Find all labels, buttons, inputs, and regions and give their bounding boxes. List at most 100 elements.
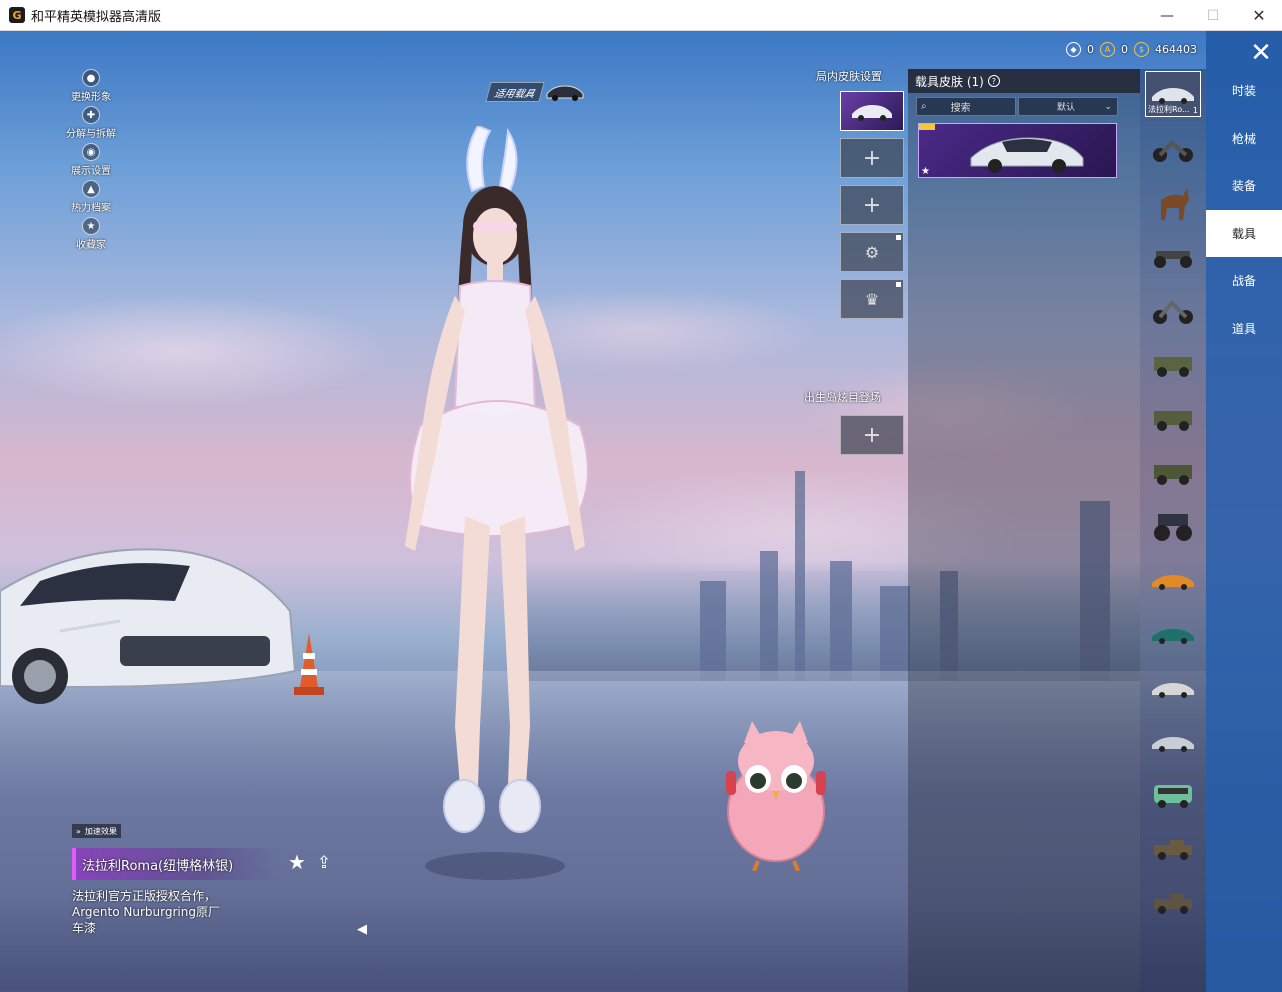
category-tabs: 时装 枪械 装备 载具 战备 道具	[1206, 31, 1282, 992]
search-icon: ⌕	[921, 101, 927, 112]
coupon-icon: A	[1100, 41, 1115, 57]
pet-companion	[726, 721, 826, 871]
rarity-corner	[919, 124, 935, 130]
vehicle-item-van[interactable]	[1145, 773, 1201, 819]
eye-icon: ◉	[82, 143, 100, 161]
currency-bar: ◆ 0 A 0 $ 464403	[1066, 40, 1197, 58]
applicable-vehicle-label: 适用载具	[492, 88, 536, 100]
applicable-vehicle-tag: 适用载具	[485, 82, 545, 102]
vehicle-item-horse[interactable]	[1145, 179, 1201, 225]
vehicle-item-pickup[interactable]	[1145, 827, 1201, 873]
change-appearance-button[interactable]: ● 更换形象	[56, 69, 126, 106]
menu-label: 展示设置	[71, 166, 111, 177]
car-icon	[1152, 88, 1194, 104]
person-icon: ●	[82, 69, 100, 87]
spawn-island-entrance-title[interactable]: 出生岛炫目登场	[804, 389, 881, 405]
pickup-icon	[1154, 894, 1192, 914]
window-close-button[interactable]: ✕	[1236, 0, 1282, 31]
search-sort-row: ⌕ 搜索 默认 ⌄	[916, 97, 1118, 116]
jeep-icon	[1154, 465, 1192, 485]
help-icon[interactable]: ?	[987, 75, 1000, 87]
jeep-icon	[1154, 411, 1192, 431]
vehicle-item-label: 法拉利Ro...	[1148, 105, 1190, 114]
locked-crown-slot[interactable]: ♛	[840, 279, 904, 319]
car-icon	[1152, 737, 1194, 752]
boost-effect-label: 加速效果	[84, 826, 117, 836]
tab-equipment[interactable]: 装备	[1206, 162, 1282, 209]
locked-badge-slot[interactable]: ⚙	[840, 232, 904, 272]
search-input[interactable]: ⌕ 搜索	[916, 97, 1016, 116]
lock-icon	[896, 235, 901, 240]
vehicle-item-motorcycle-2[interactable]	[1145, 287, 1201, 333]
in-game-skin-settings-title[interactable]: 局内皮肤设置	[816, 68, 882, 84]
sort-dropdown[interactable]: 默认 ⌄	[1018, 97, 1118, 116]
skins-panel-header: 载具皮肤 (1) ?	[908, 69, 1140, 93]
vehicle-item-pickup-2[interactable]	[1145, 881, 1201, 927]
minimize-button[interactable]: —	[1144, 0, 1190, 31]
tab-items[interactable]: 道具	[1206, 305, 1282, 352]
showcase-car	[0, 548, 297, 704]
search-placeholder: 搜索	[950, 103, 971, 114]
empty-skin-slot[interactable]: +	[840, 138, 904, 178]
lock-icon	[896, 282, 901, 287]
skin-card-ferrari-roma[interactable]: ★	[918, 123, 1117, 178]
share-icon[interactable]: ⇪	[313, 852, 335, 874]
heat-profile-button[interactable]: ▲ 热力档案	[56, 180, 126, 217]
display-settings-button[interactable]: ◉ 展示设置	[56, 143, 126, 180]
window-titlebar: G 和平精英模拟器高清版 — ☐ ✕	[0, 0, 1282, 31]
pickup-icon	[1154, 840, 1192, 860]
spawn-entrance-slot[interactable]: +	[840, 415, 904, 455]
vehicle-item-jeep-3[interactable]	[1145, 449, 1201, 495]
horn-icon[interactable]: ◀	[352, 919, 372, 939]
boost-effect-tag[interactable]: » 加速效果	[72, 824, 121, 838]
vehicle-item-sedan-teal[interactable]	[1145, 611, 1201, 657]
car-icon	[1152, 629, 1194, 644]
menu-label: 收藏家	[76, 240, 106, 251]
equipped-skin-slot[interactable]	[840, 91, 904, 131]
speed-icon: »	[76, 826, 81, 836]
motorcycle-icon	[1153, 140, 1193, 162]
sort-label: 默认	[1057, 103, 1076, 113]
van-icon	[1154, 785, 1192, 808]
vehicle-list: 法拉利Ro... 1	[1140, 69, 1206, 992]
vehicle-item-buggy[interactable]	[1145, 233, 1201, 279]
chevron-down-icon: ⌄	[1104, 101, 1112, 112]
token-icon: ◆	[1066, 41, 1081, 57]
left-side-menu: ● 更换形象 ✚ 分解与拆解 ◉ 展示设置 ▲ 热力档案 ★ 收藏家	[56, 69, 126, 254]
vehicle-item-motorcycle[interactable]	[1145, 125, 1201, 171]
vehicle-item-ferrari-roma[interactable]: 法拉利Ro... 1	[1145, 71, 1201, 117]
buggy-icon	[1154, 251, 1192, 268]
vehicle-item-muscle-car[interactable]	[1145, 557, 1201, 603]
car-icon	[852, 105, 892, 121]
vehicle-item-jeep-2[interactable]	[1145, 395, 1201, 441]
vehicle-skins-panel: 载具皮肤 (1) ? ⌕ 搜索 默认 ⌄ ★	[908, 69, 1140, 992]
vehicle-name-banner: 法拉利Roma(纽博格林银)	[72, 848, 282, 880]
tab-vehicles[interactable]: 载具	[1206, 210, 1282, 257]
close-icon[interactable]: ✕	[1245, 37, 1277, 69]
favorite-star-icon[interactable]: ★	[286, 850, 308, 874]
maximize-button[interactable]: ☐	[1190, 0, 1236, 31]
monster-truck-icon	[1154, 514, 1192, 541]
vehicle-item-monster-truck[interactable]	[1145, 503, 1201, 549]
vehicle-item-jeep[interactable]	[1145, 341, 1201, 387]
empty-skin-slot[interactable]: +	[840, 185, 904, 225]
badge-icon: ⚙	[864, 242, 880, 262]
tab-firearms[interactable]: 枪械	[1206, 115, 1282, 162]
menu-label: 热力档案	[71, 203, 111, 214]
window-title: 和平精英模拟器高清版	[31, 9, 162, 25]
menu-label: 更换形象	[71, 92, 111, 103]
crown-icon: ♛	[864, 289, 880, 309]
token-balance: 0	[1087, 42, 1094, 56]
disassemble-button[interactable]: ✚ 分解与拆解	[56, 106, 126, 143]
tab-combat-gear[interactable]: 战备	[1206, 257, 1282, 304]
collector-button[interactable]: ★ 收藏家	[56, 217, 126, 254]
traffic-cone	[294, 633, 324, 695]
vehicle-item-coupe[interactable]	[1145, 719, 1201, 765]
tab-fashion[interactable]: 时装	[1206, 67, 1282, 114]
vehicle-item-count: 1	[1192, 106, 1198, 115]
horse-icon	[1161, 188, 1189, 220]
vehicle-name: 法拉利Roma(纽博格林银)	[82, 858, 234, 874]
car-icon	[1152, 683, 1194, 698]
vehicle-item-sedan-white[interactable]	[1145, 665, 1201, 711]
skins-panel-title: 载具皮肤 (1)	[915, 74, 984, 89]
